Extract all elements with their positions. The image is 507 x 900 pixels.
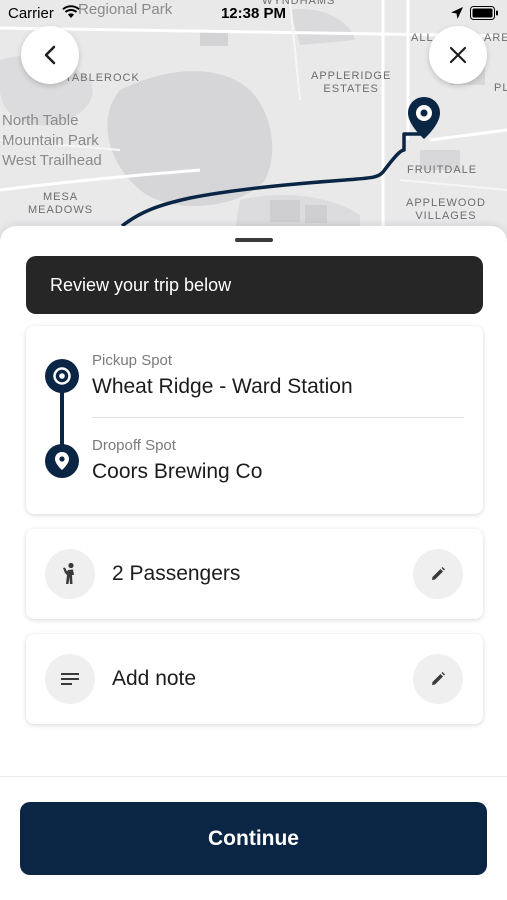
note-card[interactable]: Add note bbox=[26, 634, 483, 724]
person-icon bbox=[63, 562, 74, 584]
map-label-appleridge-estates: APPLERIDGE ESTATES bbox=[311, 70, 392, 95]
location-arrow-icon bbox=[451, 7, 463, 19]
close-icon bbox=[449, 46, 467, 64]
route-card: Pickup Spot Wheat Ridge - Ward Station D… bbox=[26, 326, 483, 514]
back-button[interactable] bbox=[21, 26, 79, 84]
map-label-pl: PL bbox=[494, 82, 507, 94]
map-label-tablerock: TABLEROCK bbox=[65, 72, 140, 84]
footer-divider bbox=[0, 776, 507, 777]
sheet-grabber[interactable] bbox=[235, 238, 273, 242]
trip-review-sheet: Review your trip below Pickup Spot Wheat… bbox=[0, 226, 507, 900]
review-banner-text: Review your trip below bbox=[50, 274, 232, 295]
pencil-icon bbox=[432, 567, 445, 580]
passengers-card[interactable]: 2 Passengers bbox=[26, 529, 483, 619]
continue-button-label: Continue bbox=[208, 826, 299, 850]
battery-icon bbox=[470, 6, 498, 20]
edit-passengers-button[interactable] bbox=[413, 549, 463, 599]
passengers-icon-wrap bbox=[45, 549, 95, 599]
passengers-text: 2 Passengers bbox=[112, 562, 241, 585]
dropoff-value[interactable]: Coors Brewing Co bbox=[92, 460, 262, 484]
map-label-mesa-meadows: MESA MEADOWS bbox=[28, 191, 94, 216]
dropoff-label: Dropoff Spot bbox=[92, 437, 176, 454]
note-icon-wrap bbox=[45, 654, 95, 704]
location-pin-icon bbox=[55, 452, 69, 470]
continue-button[interactable]: Continue bbox=[20, 802, 487, 875]
dropoff-marker bbox=[45, 444, 79, 478]
map-label-are: ARE bbox=[484, 32, 507, 44]
map-pin-icon bbox=[408, 97, 440, 139]
edit-note-button[interactable] bbox=[413, 654, 463, 704]
chevron-left-icon bbox=[44, 45, 56, 65]
map-view[interactable]: Regional Park WYNDHAMS TABLEROCK APPLERI… bbox=[0, 0, 507, 260]
note-text: Add note bbox=[112, 667, 197, 690]
map-label-fruitdale: FRUITDALE bbox=[407, 164, 478, 176]
pickup-marker bbox=[45, 359, 79, 393]
pickup-value[interactable]: Wheat Ridge - Ward Station bbox=[92, 375, 353, 399]
pickup-dot-icon bbox=[53, 367, 71, 385]
pencil-icon bbox=[432, 672, 445, 685]
close-button[interactable] bbox=[429, 26, 487, 84]
status-bar: Carrier 12:38 PM bbox=[0, 0, 507, 28]
map-label-north-table: North Table Mountain Park West Trailhead bbox=[2, 112, 102, 169]
review-banner: Review your trip below bbox=[26, 256, 483, 314]
notes-icon bbox=[61, 673, 79, 685]
map-label-applewood-villages: APPLEWOOD VILLAGES bbox=[406, 197, 486, 222]
status-time: 12:38 PM bbox=[220, 5, 287, 22]
pickup-label: Pickup Spot bbox=[92, 352, 173, 369]
route-divider bbox=[92, 417, 464, 418]
